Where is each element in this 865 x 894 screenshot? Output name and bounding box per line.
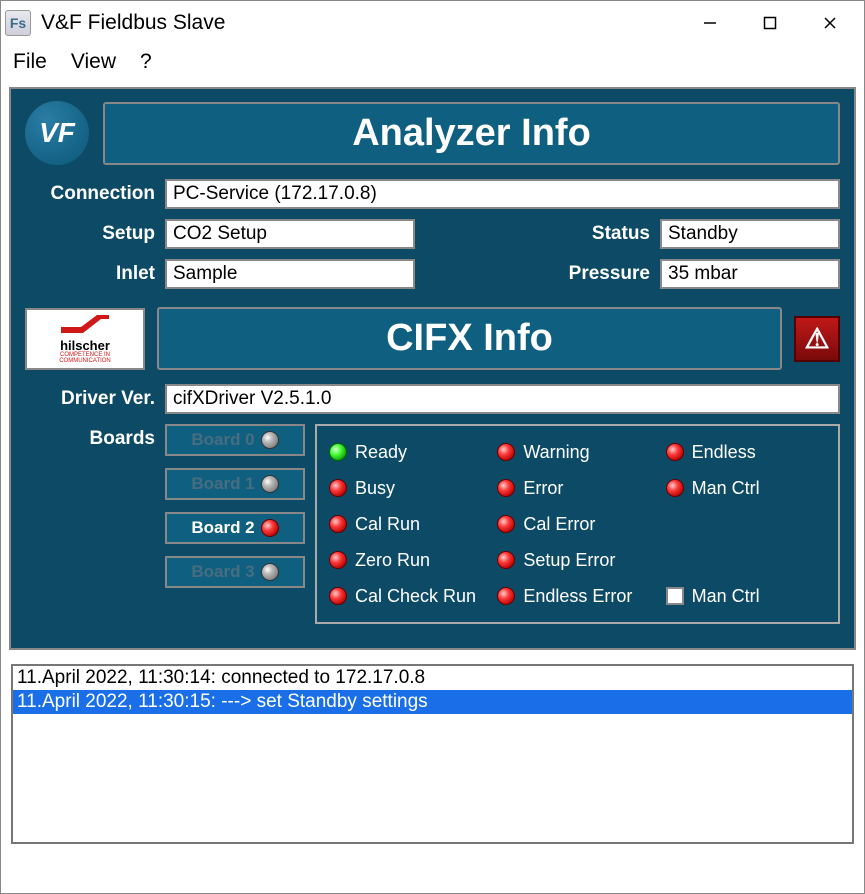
status-label: Status xyxy=(550,223,650,245)
status-item xyxy=(666,508,826,540)
hilscher-name: hilscher xyxy=(60,339,110,352)
status-label: Busy xyxy=(355,478,395,499)
analyzer-title: Analyzer Info xyxy=(103,102,840,165)
window-title: V&F Fieldbus Slave xyxy=(41,11,680,35)
status-label: Setup Error xyxy=(523,550,615,571)
status-item xyxy=(666,544,826,576)
minimize-button[interactable] xyxy=(680,3,740,43)
status-led-icon xyxy=(329,515,347,533)
status-led-icon xyxy=(497,587,515,605)
board-label: Board 2 xyxy=(191,518,254,538)
board-button-1[interactable]: Board 1 xyxy=(165,468,305,500)
status-label: Warning xyxy=(523,442,589,463)
status-led-icon xyxy=(666,443,684,461)
board-button-2[interactable]: Board 2 xyxy=(165,512,305,544)
app-window: Fs V&F Fieldbus Slave File View ? VF Ana… xyxy=(0,0,865,894)
menu-view[interactable]: View xyxy=(71,50,116,74)
main-panel: VF Analyzer Info Connection PC-Service (… xyxy=(9,87,856,650)
board-button-0[interactable]: Board 0 xyxy=(165,424,305,456)
status-led-icon xyxy=(497,443,515,461)
setup-label: Setup xyxy=(25,223,155,245)
board-button-3[interactable]: Board 3 xyxy=(165,556,305,588)
status-item: Cal Check Run xyxy=(329,580,489,612)
board-label: Board 1 xyxy=(191,474,254,494)
status-item: Endless xyxy=(666,436,826,468)
alert-icon[interactable]: ⚠ xyxy=(794,316,840,362)
status-led-icon xyxy=(329,551,347,569)
status-item: Cal Error xyxy=(497,508,657,540)
status-item: Cal Run xyxy=(329,508,489,540)
status-item: Setup Error xyxy=(497,544,657,576)
status-label: Man Ctrl xyxy=(692,478,760,499)
pressure-label: Pressure xyxy=(550,263,650,285)
menu-file[interactable]: File xyxy=(13,50,47,74)
hilscher-logo-icon: hilscher COMPETENCE IN COMMUNICATION xyxy=(25,308,145,370)
board-led-icon xyxy=(261,519,279,537)
menubar: File View ? xyxy=(1,45,864,79)
connection-field[interactable]: PC-Service (172.17.0.8) xyxy=(165,179,840,209)
status-item: Busy xyxy=(329,472,489,504)
log-area[interactable]: 11.April 2022, 11:30:14: connected to 17… xyxy=(11,664,854,844)
window-buttons xyxy=(680,3,860,43)
status-box: Ready Warning Endless Busy Error Man Ctrl Cal … xyxy=(315,424,840,624)
status-led-icon xyxy=(329,479,347,497)
driver-label: Driver Ver. xyxy=(25,388,155,410)
pressure-field[interactable]: 35 mbar xyxy=(660,259,840,289)
status-led-icon xyxy=(497,515,515,533)
close-button[interactable] xyxy=(800,3,860,43)
man-ctrl-checkbox[interactable] xyxy=(666,587,684,605)
status-label: Cal Error xyxy=(523,514,595,535)
status-label: Cal Run xyxy=(355,514,420,535)
status-label: Ready xyxy=(355,442,407,463)
boards-list: Board 0 Board 1 Board 2 Board 3 xyxy=(165,424,305,600)
driver-field[interactable]: cifXDriver V2.5.1.0 xyxy=(165,384,840,414)
status-label: Cal Check Run xyxy=(355,586,476,607)
titlebar: Fs V&F Fieldbus Slave xyxy=(1,1,864,45)
board-led-icon xyxy=(261,431,279,449)
status-item: Man Ctrl xyxy=(666,472,826,504)
board-led-icon xyxy=(261,475,279,493)
status-item: Zero Run xyxy=(329,544,489,576)
connection-label: Connection xyxy=(25,183,155,205)
log-line[interactable]: 11.April 2022, 11:30:14: connected to 17… xyxy=(13,666,852,690)
status-label: Endless Error xyxy=(523,586,632,607)
log-line[interactable]: 11.April 2022, 11:30:15: ---> set Standb… xyxy=(13,690,852,714)
hilscher-sub2: COMMUNICATION xyxy=(59,358,111,364)
menu-help[interactable]: ? xyxy=(140,50,152,74)
status-item[interactable]: Man Ctrl xyxy=(666,580,826,612)
status-led-icon xyxy=(497,479,515,497)
inlet-field[interactable]: Sample xyxy=(165,259,415,289)
status-led-icon xyxy=(329,443,347,461)
status-item: Endless Error xyxy=(497,580,657,612)
status-led-icon xyxy=(497,551,515,569)
status-led-icon xyxy=(329,587,347,605)
cifx-title: CIFX Info xyxy=(157,307,782,370)
vf-logo-icon: VF xyxy=(25,101,89,165)
status-label: Zero Run xyxy=(355,550,430,571)
setup-field[interactable]: CO2 Setup xyxy=(165,219,415,249)
status-item: Error xyxy=(497,472,657,504)
board-led-icon xyxy=(261,563,279,581)
boards-label: Boards xyxy=(25,424,155,450)
status-label: Man Ctrl xyxy=(692,586,760,607)
maximize-button[interactable] xyxy=(740,3,800,43)
status-item: Warning xyxy=(497,436,657,468)
board-label: Board 3 xyxy=(191,562,254,582)
status-label: Endless xyxy=(692,442,756,463)
status-label: Error xyxy=(523,478,563,499)
inlet-label: Inlet xyxy=(25,263,155,285)
app-icon: Fs xyxy=(5,10,31,36)
status-item: Ready xyxy=(329,436,489,468)
board-label: Board 0 xyxy=(191,430,254,450)
status-led-icon xyxy=(666,479,684,497)
status-field[interactable]: Standby xyxy=(660,219,840,249)
